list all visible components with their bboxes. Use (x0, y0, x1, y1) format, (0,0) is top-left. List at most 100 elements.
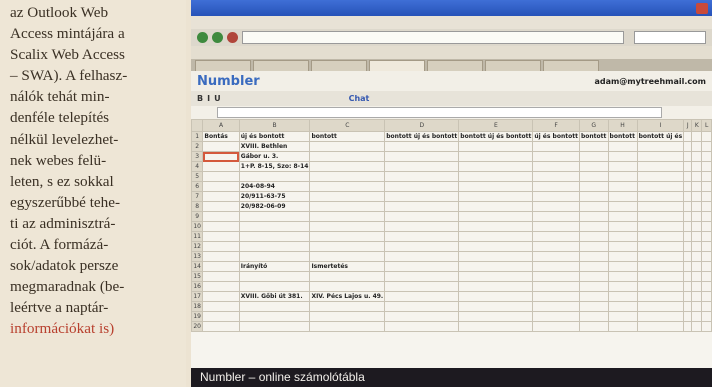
sheet-cell[interactable] (636, 261, 685, 272)
sheet-cell[interactable] (701, 161, 712, 172)
browser-tab[interactable] (253, 60, 309, 71)
sheet-cell[interactable] (384, 301, 460, 312)
sheet-cell[interactable] (384, 281, 460, 292)
sheet-cell[interactable] (691, 171, 703, 182)
sheet-cell[interactable] (701, 201, 712, 212)
sheet-cell[interactable] (691, 131, 703, 142)
sheet-cell[interactable] (636, 201, 685, 212)
sheet-cell[interactable] (683, 211, 693, 222)
sheet-cell[interactable] (683, 131, 693, 142)
sheet-cell[interactable] (384, 261, 460, 272)
browser-tab-active[interactable] (369, 60, 425, 71)
sheet-cell[interactable] (309, 251, 386, 262)
row-header[interactable]: 1 (191, 131, 204, 142)
sheet-cell[interactable] (683, 311, 693, 322)
sheet-cell[interactable] (701, 191, 712, 202)
sheet-cell[interactable] (309, 321, 386, 332)
sheet-cell[interactable]: bontott új és bontott (384, 131, 460, 142)
sheet-cell[interactable] (701, 291, 712, 302)
row-header[interactable]: 12 (191, 241, 204, 252)
sheet-cell[interactable] (607, 141, 638, 152)
sheet-cell[interactable] (607, 151, 638, 162)
sheet-cell[interactable] (238, 311, 311, 322)
stop-icon[interactable] (227, 32, 238, 43)
sheet-cell[interactable] (384, 161, 460, 172)
sheet-cell[interactable] (458, 271, 534, 282)
sheet-cell[interactable] (691, 141, 703, 152)
sheet-cell[interactable] (532, 211, 580, 222)
forward-icon[interactable] (212, 32, 223, 43)
sheet-cell[interactable] (578, 291, 609, 302)
sheet-cell[interactable] (384, 271, 460, 282)
sheet-cell[interactable] (683, 171, 693, 182)
sheet-cell[interactable] (683, 161, 693, 172)
sheet-cell[interactable] (309, 271, 386, 282)
sheet-cell[interactable] (532, 251, 580, 262)
sheet-cell[interactable] (202, 151, 240, 162)
sheet-cell[interactable]: bontott (309, 131, 386, 142)
sheet-cell[interactable] (607, 211, 638, 222)
sheet-cell[interactable] (691, 281, 703, 292)
sheet-cell[interactable] (532, 291, 580, 302)
row-header[interactable]: 11 (191, 231, 204, 242)
column-header[interactable]: D (384, 119, 460, 132)
sheet-cell[interactable] (578, 211, 609, 222)
sheet-cell[interactable] (202, 301, 240, 312)
sheet-cell[interactable] (701, 141, 712, 152)
column-header[interactable]: C (309, 119, 386, 132)
row-header[interactable]: 4 (191, 161, 204, 172)
sheet-cell[interactable] (309, 211, 386, 222)
sheet-cell[interactable]: bontott új és bontott (458, 131, 534, 142)
row-header[interactable]: 10 (191, 221, 204, 232)
sheet-cell[interactable] (683, 291, 693, 302)
sheet-cell[interactable] (458, 301, 534, 312)
sheet-cell[interactable] (636, 221, 685, 232)
sheet-cell[interactable]: új és bontott (238, 131, 311, 142)
sheet-cell[interactable] (607, 161, 638, 172)
column-header[interactable]: L (701, 119, 712, 132)
sheet-cell[interactable] (578, 171, 609, 182)
sheet-cell[interactable] (683, 301, 693, 312)
sheet-cell[interactable] (683, 181, 693, 192)
sheet-cell[interactable] (578, 191, 609, 202)
sheet-cell[interactable]: bontott új és (636, 131, 685, 142)
column-header[interactable]: I (636, 119, 685, 132)
sheet-cell[interactable] (683, 271, 693, 282)
sheet-cell[interactable] (458, 171, 534, 182)
sheet-cell[interactable] (691, 321, 703, 332)
sheet-cell[interactable] (683, 251, 693, 262)
sheet-cell[interactable] (607, 291, 638, 302)
sheet-cell[interactable] (578, 281, 609, 292)
sheet-cell[interactable] (701, 301, 712, 312)
sheet-cell[interactable] (701, 211, 712, 222)
sheet-cell[interactable] (683, 201, 693, 212)
sheet-cell[interactable] (238, 211, 311, 222)
sheet-cell[interactable] (458, 141, 534, 152)
sheet-cell[interactable] (238, 301, 311, 312)
italic-icon[interactable]: I (207, 94, 210, 103)
sheet-cell[interactable] (636, 151, 685, 162)
column-header[interactable]: G (578, 119, 609, 132)
sheet-cell[interactable] (683, 191, 693, 202)
sheet-cell[interactable] (202, 271, 240, 282)
sheet-cell[interactable] (458, 311, 534, 322)
browser-tab[interactable] (543, 60, 599, 71)
sheet-cell[interactable] (683, 261, 693, 272)
sheet-cell[interactable] (458, 281, 534, 292)
sheet-cell[interactable] (683, 241, 693, 252)
sheet-cell[interactable] (691, 251, 703, 262)
sheet-cell[interactable] (701, 281, 712, 292)
sheet-cell[interactable] (691, 191, 703, 202)
sheet-cell[interactable] (532, 221, 580, 232)
sheet-cell[interactable] (701, 131, 712, 142)
sheet-cell[interactable] (636, 191, 685, 202)
row-header[interactable]: 6 (191, 181, 204, 192)
sheet-cell[interactable] (636, 321, 685, 332)
sheet-cell[interactable] (202, 261, 240, 272)
sheet-cell[interactable] (309, 161, 386, 172)
row-header[interactable]: 3 (191, 151, 204, 162)
sheet-cell[interactable] (578, 201, 609, 212)
address-bar[interactable] (242, 31, 624, 44)
sheet-cell[interactable] (683, 221, 693, 232)
row-header[interactable]: 13 (191, 251, 204, 262)
